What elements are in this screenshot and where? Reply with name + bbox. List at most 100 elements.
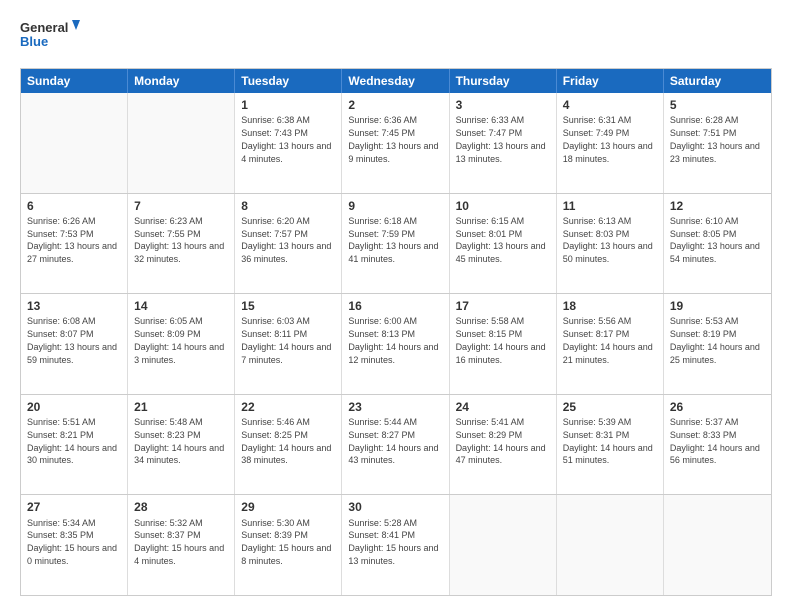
day-number: 17 [456, 298, 550, 314]
day-number: 23 [348, 399, 442, 415]
cell-text: Sunrise: 5:48 AM Sunset: 8:23 PM Dayligh… [134, 417, 224, 465]
calendar-row: 1 Sunrise: 6:38 AM Sunset: 7:43 PM Daylig… [21, 93, 771, 193]
cell-text: Sunrise: 6:18 AM Sunset: 7:59 PM Dayligh… [348, 216, 438, 264]
cell-text: Sunrise: 6:38 AM Sunset: 7:43 PM Dayligh… [241, 115, 331, 163]
day-number: 18 [563, 298, 657, 314]
calendar-cell: 20 Sunrise: 5:51 AM Sunset: 8:21 PM Dayli… [21, 395, 128, 495]
day-number: 1 [241, 97, 335, 113]
day-number: 25 [563, 399, 657, 415]
calendar-cell [664, 495, 771, 595]
calendar-cell: 27Sunrise: 5:34 AM Sunset: 8:35 PM Dayli… [21, 495, 128, 595]
day-number: 24 [456, 399, 550, 415]
header: General Blue [20, 16, 772, 58]
day-number: 4 [563, 97, 657, 113]
day-number: 3 [456, 97, 550, 113]
calendar: SundayMondayTuesdayWednesdayThursdayFrid… [20, 68, 772, 596]
calendar-header-cell: Monday [128, 69, 235, 93]
cell-text: Sunrise: 5:53 AM Sunset: 8:19 PM Dayligh… [670, 316, 760, 364]
calendar-cell: 16 Sunrise: 6:00 AM Sunset: 8:13 PM Dayli… [342, 294, 449, 394]
day-number: 13 [27, 298, 121, 314]
calendar-cell: 21 Sunrise: 5:48 AM Sunset: 8:23 PM Dayli… [128, 395, 235, 495]
day-number: 19 [670, 298, 765, 314]
cell-text: Sunrise: 5:37 AM Sunset: 8:33 PM Dayligh… [670, 417, 760, 465]
day-number: 10 [456, 198, 550, 214]
calendar-cell: 12 Sunrise: 6:10 AM Sunset: 8:05 PM Dayli… [664, 194, 771, 294]
calendar-cell: 6 Sunrise: 6:26 AM Sunset: 7:53 PM Daylig… [21, 194, 128, 294]
cell-text: Sunrise: 5:30 AM Sunset: 8:39 PM Dayligh… [241, 518, 331, 566]
cell-text: Sunrise: 5:51 AM Sunset: 8:21 PM Dayligh… [27, 417, 117, 465]
cell-text: Sunrise: 6:20 AM Sunset: 7:57 PM Dayligh… [241, 216, 331, 264]
calendar-cell: 1 Sunrise: 6:38 AM Sunset: 7:43 PM Daylig… [235, 93, 342, 193]
day-number: 2 [348, 97, 442, 113]
calendar-header-cell: Saturday [664, 69, 771, 93]
day-number: 22 [241, 399, 335, 415]
calendar-cell: 24 Sunrise: 5:41 AM Sunset: 8:29 PM Dayli… [450, 395, 557, 495]
day-number: 11 [563, 198, 657, 214]
day-number: 20 [27, 399, 121, 415]
calendar-cell: 3 Sunrise: 6:33 AM Sunset: 7:47 PM Daylig… [450, 93, 557, 193]
day-number: 6 [27, 198, 121, 214]
day-number: 9 [348, 198, 442, 214]
calendar-cell: 28Sunrise: 5:32 AM Sunset: 8:37 PM Dayli… [128, 495, 235, 595]
calendar-cell: 4Sunrise: 6:31 AM Sunset: 7:49 PM Daylig… [557, 93, 664, 193]
calendar-cell: 23 Sunrise: 5:44 AM Sunset: 8:27 PM Dayli… [342, 395, 449, 495]
day-number: 26 [670, 399, 765, 415]
calendar-cell: 8 Sunrise: 6:20 AM Sunset: 7:57 PM Daylig… [235, 194, 342, 294]
cell-text: Sunrise: 5:28 AM Sunset: 8:41 PM Dayligh… [348, 518, 438, 566]
cell-text: Sunrise: 6:36 AM Sunset: 7:45 PM Dayligh… [348, 115, 438, 163]
calendar-row: 13Sunrise: 6:08 AM Sunset: 8:07 PM Dayli… [21, 293, 771, 394]
day-number: 21 [134, 399, 228, 415]
day-number: 16 [348, 298, 442, 314]
cell-text: Sunrise: 6:00 AM Sunset: 8:13 PM Dayligh… [348, 316, 438, 364]
day-number: 8 [241, 198, 335, 214]
calendar-cell: 22 Sunrise: 5:46 AM Sunset: 8:25 PM Dayli… [235, 395, 342, 495]
calendar-cell: 17Sunrise: 5:58 AM Sunset: 8:15 PM Dayli… [450, 294, 557, 394]
day-number: 15 [241, 298, 335, 314]
day-number: 12 [670, 198, 765, 214]
page: General Blue SundayMondayTuesdayWednesda… [0, 0, 792, 612]
calendar-header-cell: Thursday [450, 69, 557, 93]
logo-svg: General Blue [20, 16, 80, 58]
cell-text: Sunrise: 6:33 AM Sunset: 7:47 PM Dayligh… [456, 115, 546, 163]
cell-text: Sunrise: 6:10 AM Sunset: 8:05 PM Dayligh… [670, 216, 760, 264]
svg-text:Blue: Blue [20, 34, 48, 49]
calendar-cell: 25 Sunrise: 5:39 AM Sunset: 8:31 PM Dayli… [557, 395, 664, 495]
cell-text: Sunrise: 6:15 AM Sunset: 8:01 PM Dayligh… [456, 216, 546, 264]
cell-text: Sunrise: 5:41 AM Sunset: 8:29 PM Dayligh… [456, 417, 546, 465]
calendar-cell: 5 Sunrise: 6:28 AM Sunset: 7:51 PM Daylig… [664, 93, 771, 193]
day-number: 28 [134, 499, 228, 515]
calendar-cell [450, 495, 557, 595]
calendar-header-cell: Wednesday [342, 69, 449, 93]
cell-text: Sunrise: 6:26 AM Sunset: 7:53 PM Dayligh… [27, 216, 117, 264]
day-number: 5 [670, 97, 765, 113]
calendar-cell: 7 Sunrise: 6:23 AM Sunset: 7:55 PM Daylig… [128, 194, 235, 294]
svg-text:General: General [20, 20, 68, 35]
cell-text: Sunrise: 6:05 AM Sunset: 8:09 PM Dayligh… [134, 316, 224, 364]
calendar-cell: 13Sunrise: 6:08 AM Sunset: 8:07 PM Dayli… [21, 294, 128, 394]
day-number: 30 [348, 499, 442, 515]
calendar-cell: 11Sunrise: 6:13 AM Sunset: 8:03 PM Dayli… [557, 194, 664, 294]
cell-text: Sunrise: 6:28 AM Sunset: 7:51 PM Dayligh… [670, 115, 760, 163]
calendar-cell: 18 Sunrise: 5:56 AM Sunset: 8:17 PM Dayli… [557, 294, 664, 394]
cell-text: Sunrise: 6:03 AM Sunset: 8:11 PM Dayligh… [241, 316, 331, 364]
calendar-cell: 10 Sunrise: 6:15 AM Sunset: 8:01 PM Dayli… [450, 194, 557, 294]
cell-text: Sunrise: 5:46 AM Sunset: 8:25 PM Dayligh… [241, 417, 331, 465]
calendar-header-cell: Tuesday [235, 69, 342, 93]
calendar-cell [128, 93, 235, 193]
day-number: 7 [134, 198, 228, 214]
calendar-cell: 14Sunrise: 6:05 AM Sunset: 8:09 PM Dayli… [128, 294, 235, 394]
calendar-cell: 9 Sunrise: 6:18 AM Sunset: 7:59 PM Daylig… [342, 194, 449, 294]
calendar-cell: 29Sunrise: 5:30 AM Sunset: 8:39 PM Dayli… [235, 495, 342, 595]
calendar-row: 6 Sunrise: 6:26 AM Sunset: 7:53 PM Daylig… [21, 193, 771, 294]
cell-text: Sunrise: 5:56 AM Sunset: 8:17 PM Dayligh… [563, 316, 653, 364]
cell-text: Sunrise: 5:34 AM Sunset: 8:35 PM Dayligh… [27, 518, 117, 566]
calendar-row: 20 Sunrise: 5:51 AM Sunset: 8:21 PM Dayli… [21, 394, 771, 495]
calendar-body: 1 Sunrise: 6:38 AM Sunset: 7:43 PM Daylig… [21, 93, 771, 595]
cell-text: Sunrise: 5:39 AM Sunset: 8:31 PM Dayligh… [563, 417, 653, 465]
calendar-cell: 2 Sunrise: 6:36 AM Sunset: 7:45 PM Daylig… [342, 93, 449, 193]
cell-text: Sunrise: 6:23 AM Sunset: 7:55 PM Dayligh… [134, 216, 224, 264]
logo: General Blue [20, 16, 80, 58]
cell-text: Sunrise: 5:44 AM Sunset: 8:27 PM Dayligh… [348, 417, 438, 465]
calendar-cell: 15 Sunrise: 6:03 AM Sunset: 8:11 PM Dayli… [235, 294, 342, 394]
calendar-header-cell: Friday [557, 69, 664, 93]
